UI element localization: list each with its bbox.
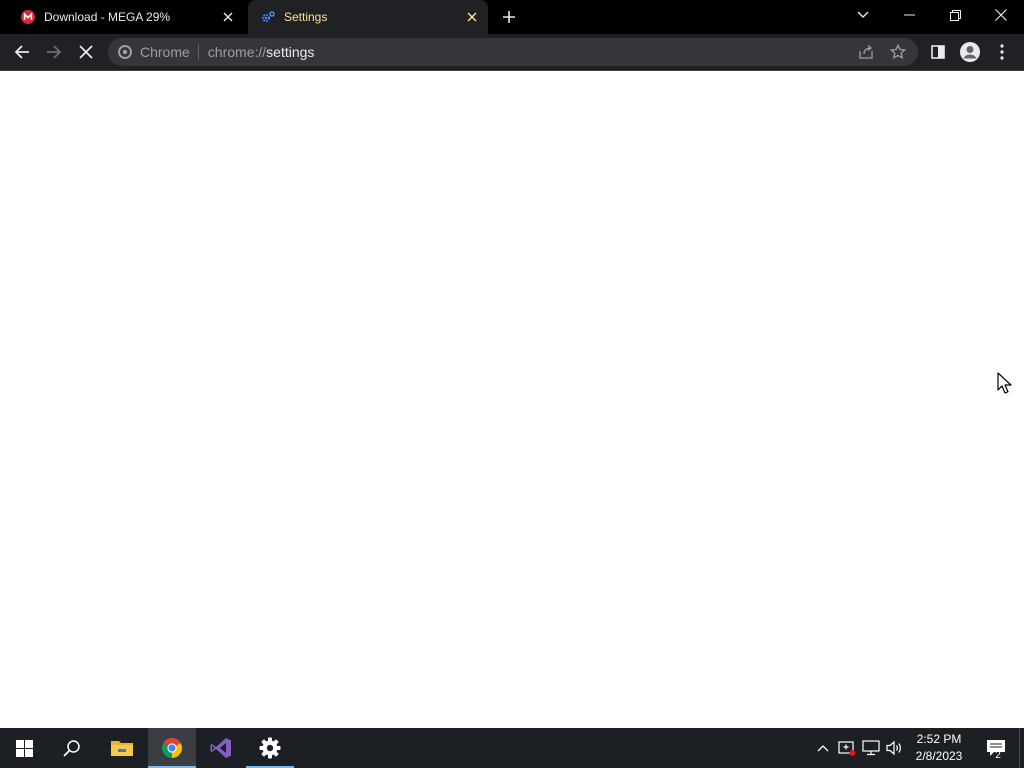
visual-studio-button[interactable] [197, 728, 245, 768]
settings-taskbar-button[interactable] [246, 728, 294, 768]
shield-icon [838, 741, 856, 756]
mouse-cursor-icon [997, 372, 1012, 394]
side-panel-button[interactable] [922, 36, 954, 68]
taskbar-clock[interactable]: 2:52 PM 2/8/2023 [910, 731, 968, 765]
file-explorer-button[interactable] [98, 728, 146, 768]
new-tab-button[interactable] [498, 6, 520, 28]
speaker-icon [886, 740, 901, 756]
notification-count-badge: 2 [995, 750, 1001, 761]
url-path: settings [266, 44, 315, 60]
clock-date: 2/8/2023 [915, 749, 963, 763]
show-desktop-button[interactable] [1019, 728, 1024, 768]
minimize-icon [903, 14, 915, 16]
restore-button[interactable] [932, 0, 978, 30]
search-icon [63, 740, 80, 757]
profile-button[interactable] [954, 36, 986, 68]
page-content [0, 70, 1024, 728]
settings-gear-icon [260, 9, 276, 25]
chrome-security-chip[interactable]: Chrome [118, 44, 190, 60]
start-button[interactable] [0, 728, 48, 768]
url-text[interactable]: chrome://settings [208, 44, 315, 60]
screen: Download - MEGA 29% Settings Chrome chro… [0, 0, 1024, 768]
more-vertical-icon [1000, 44, 1004, 60]
volume-tray-icon[interactable] [884, 728, 906, 768]
chip-label: Chrome [140, 44, 190, 60]
plus-icon [503, 11, 515, 23]
tab-mega-download[interactable]: Download - MEGA 29% [8, 0, 244, 34]
window-close-button[interactable] [978, 0, 1024, 30]
close-icon [79, 45, 93, 59]
taskbar-search-button[interactable] [48, 728, 96, 768]
windows-logo-icon [15, 739, 33, 757]
chrome-taskbar-button[interactable] [148, 728, 196, 768]
windows-taskbar: 2:52 PM 2/8/2023 2 [0, 728, 1024, 768]
share-button[interactable] [856, 42, 876, 62]
address-bar[interactable]: Chrome chrome://settings [108, 38, 918, 66]
visual-studio-icon [210, 738, 231, 758]
security-tray-icon[interactable] [836, 728, 858, 768]
chrome-icon [161, 737, 183, 759]
show-hidden-icons-button[interactable] [813, 728, 833, 768]
network-tray-icon[interactable] [860, 728, 882, 768]
tab-strip: Download - MEGA 29% Settings [0, 0, 1024, 34]
chrome-menu-button[interactable] [986, 36, 1018, 68]
chevron-down-icon [857, 11, 869, 18]
url-scheme: chrome:// [207, 44, 267, 60]
settings-icon [259, 737, 281, 759]
tab-title: Settings [284, 10, 328, 24]
side-panel-icon [931, 45, 945, 59]
minimize-button[interactable] [886, 0, 932, 30]
avatar-icon [960, 42, 980, 62]
stop-loading-button[interactable] [70, 36, 102, 68]
network-icon [862, 740, 880, 756]
back-button[interactable] [6, 36, 38, 68]
chevron-up-icon [817, 745, 829, 752]
mega-icon [20, 9, 36, 25]
folder-icon [111, 741, 133, 756]
browser-toolbar: Chrome chrome://settings [0, 34, 1024, 70]
chrome-logo-icon [118, 45, 132, 59]
forward-button[interactable] [38, 36, 70, 68]
tab-title: Download - MEGA 29% [44, 10, 171, 24]
close-icon[interactable] [462, 7, 482, 27]
close-icon[interactable] [218, 7, 238, 27]
arrow-left-icon [14, 45, 29, 59]
share-icon [859, 45, 873, 59]
divider [197, 44, 199, 60]
arrow-right-icon [47, 45, 62, 59]
star-icon [890, 44, 906, 60]
clock-time: 2:52 PM [916, 732, 962, 746]
tab-settings[interactable]: Settings [248, 0, 488, 34]
tab-search-button[interactable] [840, 0, 886, 30]
restore-icon [949, 9, 961, 21]
bookmark-star-button[interactable] [888, 42, 908, 62]
close-icon [995, 9, 1007, 21]
